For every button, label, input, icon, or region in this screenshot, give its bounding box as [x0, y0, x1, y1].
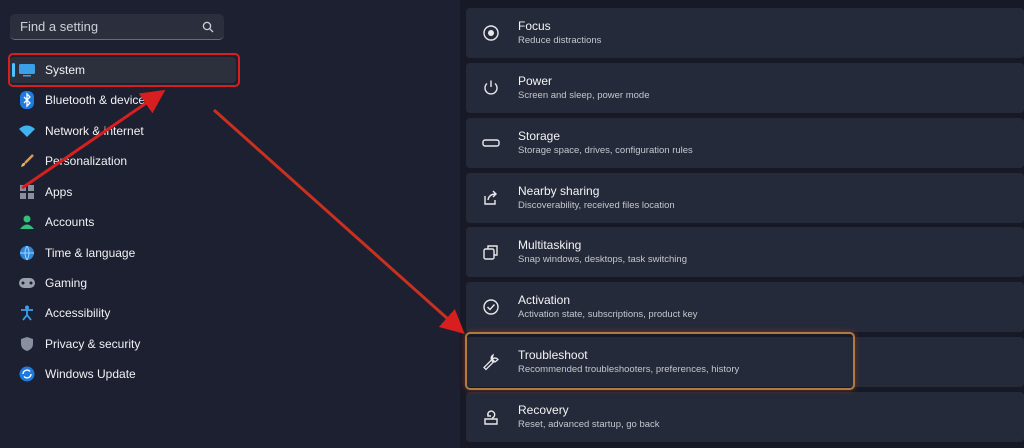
sidebar-item-time-language[interactable]: Time & language — [10, 240, 236, 266]
shield-icon — [18, 335, 36, 353]
setting-subtitle: Screen and sleep, power mode — [518, 90, 650, 101]
setting-title: Multitasking — [518, 238, 582, 252]
setting-activation[interactable]: Activation Activation state, subscription… — [466, 282, 1024, 332]
search-input[interactable]: Find a setting — [10, 14, 224, 40]
sidebar-item-label: Bluetooth & devices — [45, 93, 152, 107]
sidebar-item-bluetooth[interactable]: Bluetooth & devices — [10, 87, 236, 113]
brush-icon — [18, 152, 36, 170]
setting-focus[interactable]: Focus Reduce distractions — [466, 8, 1024, 58]
gamepad-icon — [18, 274, 36, 292]
setting-title: Power — [518, 74, 553, 88]
system-highlight-box — [8, 53, 240, 87]
accessibility-icon — [18, 304, 36, 322]
sidebar-item-privacy[interactable]: Privacy & security — [10, 331, 236, 357]
setting-title: Activation — [518, 293, 571, 307]
troubleshoot-highlight-box — [465, 332, 855, 390]
setting-multitasking[interactable]: Multitasking Snap windows, desktops, task… — [466, 227, 1024, 277]
setting-power[interactable]: Power Screen and sleep, power mode — [466, 63, 1024, 113]
sidebar-item-windows-update[interactable]: Windows Update — [10, 361, 236, 387]
setting-subtitle: Snap windows, desktops, task switching — [518, 254, 687, 265]
search-icon — [202, 21, 214, 32]
settings-sidebar: Find a setting System Bluetooth & device… — [0, 0, 460, 448]
sidebar-item-gaming[interactable]: Gaming — [10, 270, 236, 296]
wifi-icon — [18, 122, 36, 140]
setting-title: Storage — [518, 129, 561, 143]
setting-title: Nearby sharing — [518, 184, 600, 198]
person-icon — [18, 213, 36, 231]
setting-subtitle: Storage space, drives, configuration rul… — [518, 145, 693, 156]
setting-subtitle: Activation state, subscriptions, product… — [518, 309, 698, 320]
search-placeholder: Find a setting — [20, 19, 99, 34]
setting-title: Focus — [518, 19, 551, 33]
setting-recovery[interactable]: Recovery Reset, advanced startup, go back — [466, 392, 1024, 442]
sidebar-item-accounts[interactable]: Accounts — [10, 209, 236, 235]
setting-subtitle: Reduce distractions — [518, 35, 602, 46]
setting-subtitle: Discoverability, received files location — [518, 200, 675, 211]
sidebar-item-apps[interactable]: Apps — [10, 179, 236, 205]
share-icon — [480, 187, 502, 209]
sidebar-item-accessibility[interactable]: Accessibility — [10, 300, 236, 326]
update-icon — [18, 365, 36, 383]
bluetooth-icon — [18, 91, 36, 109]
sidebar-item-label: Accounts — [45, 215, 95, 229]
power-icon — [480, 77, 502, 99]
sidebar-item-label: Accessibility — [45, 306, 111, 320]
apps-icon — [18, 183, 36, 201]
sidebar-item-label: Privacy & security — [45, 337, 141, 351]
sidebar-item-personalization[interactable]: Personalization — [10, 148, 236, 174]
sidebar-item-label: Personalization — [45, 154, 128, 168]
setting-storage[interactable]: Storage Storage space, drives, configurat… — [466, 118, 1024, 168]
sidebar-item-label: Apps — [45, 185, 73, 199]
setting-title: Recovery — [518, 403, 569, 417]
sidebar-item-label: Gaming — [45, 276, 88, 290]
multitask-icon — [480, 241, 502, 263]
setting-nearby-sharing[interactable]: Nearby sharing Discoverability, received … — [466, 173, 1024, 223]
sidebar-item-label: Time & language — [45, 246, 136, 260]
recovery-icon — [480, 406, 502, 428]
globe-clock-icon — [18, 244, 36, 262]
sidebar-item-label: Windows Update — [45, 367, 136, 381]
setting-subtitle: Reset, advanced startup, go back — [518, 419, 660, 430]
storage-icon — [480, 132, 502, 154]
sidebar-item-network[interactable]: Network & internet — [10, 118, 236, 144]
focus-icon — [480, 22, 502, 44]
sidebar-item-label: Network & internet — [45, 124, 144, 138]
check-circle-icon — [480, 296, 502, 318]
